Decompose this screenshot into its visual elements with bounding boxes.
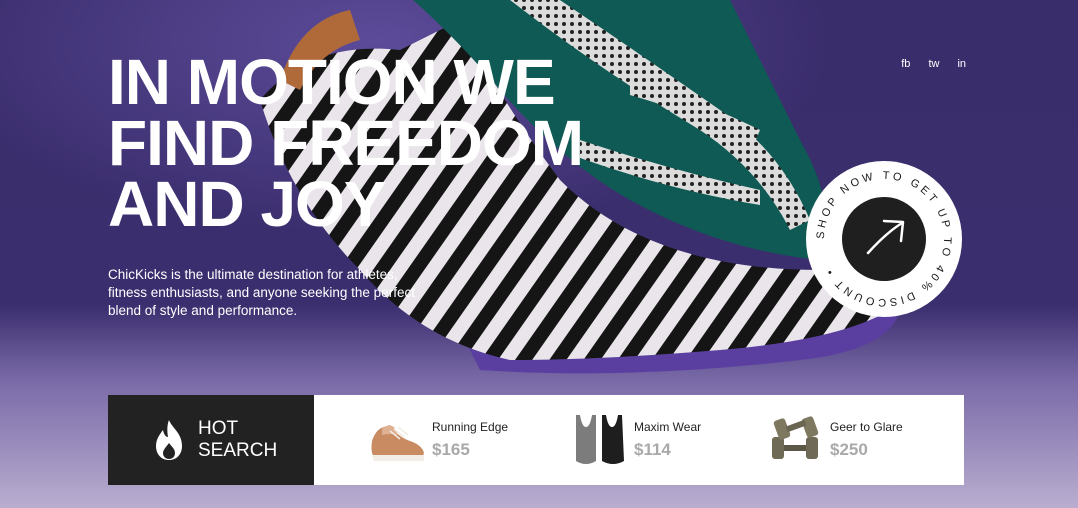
hot-search-box: HOT SEARCH <box>108 395 314 485</box>
product-name: Geer to Glare <box>830 420 903 434</box>
linkedin-link[interactable]: in <box>957 58 966 70</box>
product-info: Maxim Wear $114 <box>634 420 701 460</box>
product-maxim-wear[interactable]: Maxim Wear $114 <box>570 411 701 469</box>
hot-search-label: HOT SEARCH <box>198 418 277 462</box>
sneaker-icon <box>371 425 424 461</box>
arrow-up-right-icon <box>866 219 905 255</box>
products-bar: Running Edge $165 Maxim Wear $114 Geer t… <box>314 395 964 485</box>
headline-line-3: AND JOY <box>108 168 387 240</box>
hot-search-line1: HOT <box>198 418 239 439</box>
product-name: Maxim Wear <box>634 420 702 434</box>
social-links: fb tw in <box>901 58 966 70</box>
twitter-link[interactable]: tw <box>928 58 939 70</box>
facebook-link[interactable]: fb <box>901 58 910 70</box>
hero-headline: IN MOTION WE FIND FREEDOM AND JOY <box>108 46 584 240</box>
headline-line-2: FIND FREEDOM <box>108 107 584 179</box>
headline-line-1: IN MOTION WE <box>108 46 556 118</box>
product-price: $250 <box>830 440 868 459</box>
flame-icon <box>156 420 182 460</box>
product-info: Geer to Glare $250 <box>830 420 903 460</box>
hot-search-line2: SEARCH <box>198 440 278 461</box>
product-geer-to-glare[interactable]: Geer to Glare $250 <box>766 411 903 469</box>
product-price: $114 <box>634 440 671 459</box>
dumbbell-icon <box>772 416 819 459</box>
hero-description: ChicKicks is the ultimate destination fo… <box>108 267 415 318</box>
swimsuit-icon <box>576 415 624 464</box>
product-name: Running Edge <box>432 420 509 434</box>
product-running-edge[interactable]: Running Edge $165 <box>368 411 508 469</box>
product-info: Running Edge $165 <box>432 420 508 460</box>
shop-now-badge[interactable]: SHOP NOW TO GET UP TO 40% DISCOUNT • <box>806 161 962 317</box>
product-price: $165 <box>432 440 470 459</box>
